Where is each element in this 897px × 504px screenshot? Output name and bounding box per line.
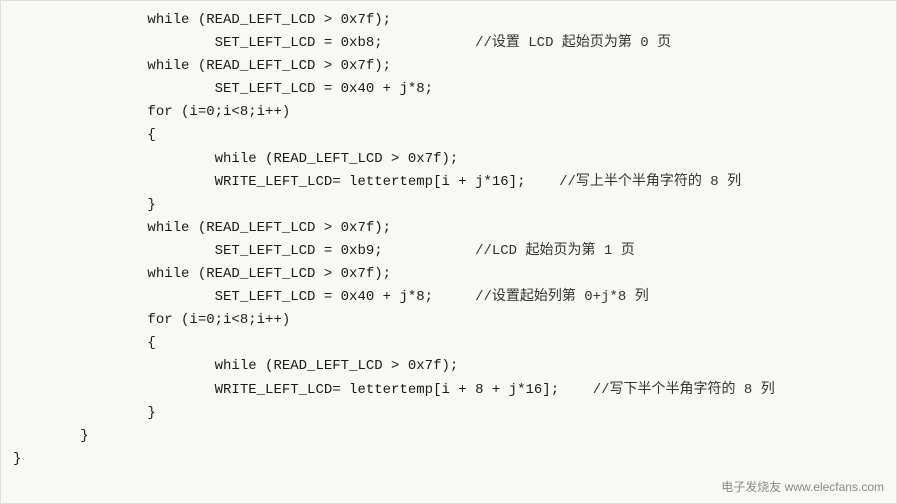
code-line: for (i=0;i<8;i++) <box>13 104 290 120</box>
code-block: while (READ_LEFT_LCD > 0x7f); SET_LEFT_L… <box>13 9 884 471</box>
code-line: } <box>13 428 89 444</box>
code-line: while (READ_LEFT_LCD > 0x7f); <box>13 151 458 167</box>
code-line: WRITE_LEFT_LCD= lettertemp[i + 8 + j*16]… <box>13 382 775 398</box>
code-comment: //写下半个半角字符的 8 列 <box>593 382 775 398</box>
code-line: { <box>13 335 156 351</box>
code-line: while (READ_LEFT_LCD > 0x7f); <box>13 12 391 28</box>
code-line: } <box>13 197 156 213</box>
code-line: SET_LEFT_LCD = 0x40 + j*8; //设置起始列第 0+j*… <box>13 289 649 305</box>
code-line: SET_LEFT_LCD = 0x40 + j*8; <box>13 81 433 97</box>
code-comment: //写上半个半角字符的 8 列 <box>559 174 741 190</box>
code-line: while (READ_LEFT_LCD > 0x7f); <box>13 58 391 74</box>
code-comment: //设置 LCD 起始页为第 0 页 <box>475 35 671 51</box>
code-comment: //LCD 起始页为第 1 页 <box>475 243 635 259</box>
code-comment: //设置起始列第 0+j*8 列 <box>475 289 649 305</box>
code-line: { <box>13 127 156 143</box>
code-line: SET_LEFT_LCD = 0xb9; //LCD 起始页为第 1 页 <box>13 243 635 259</box>
code-line: while (READ_LEFT_LCD > 0x7f); <box>13 266 391 282</box>
code-line: } <box>13 451 21 467</box>
code-container: while (READ_LEFT_LCD > 0x7f); SET_LEFT_L… <box>0 0 897 504</box>
code-line: } <box>13 405 156 421</box>
code-line: SET_LEFT_LCD = 0xb8; //设置 LCD 起始页为第 0 页 <box>13 35 671 51</box>
code-line: while (READ_LEFT_LCD > 0x7f); <box>13 220 391 236</box>
code-line: while (READ_LEFT_LCD > 0x7f); <box>13 358 458 374</box>
code-line: WRITE_LEFT_LCD= lettertemp[i + j*16]; //… <box>13 174 741 190</box>
code-line: for (i=0;i<8;i++) <box>13 312 290 328</box>
watermark: 电子发烧友 www.elecfans.com <box>721 478 884 495</box>
